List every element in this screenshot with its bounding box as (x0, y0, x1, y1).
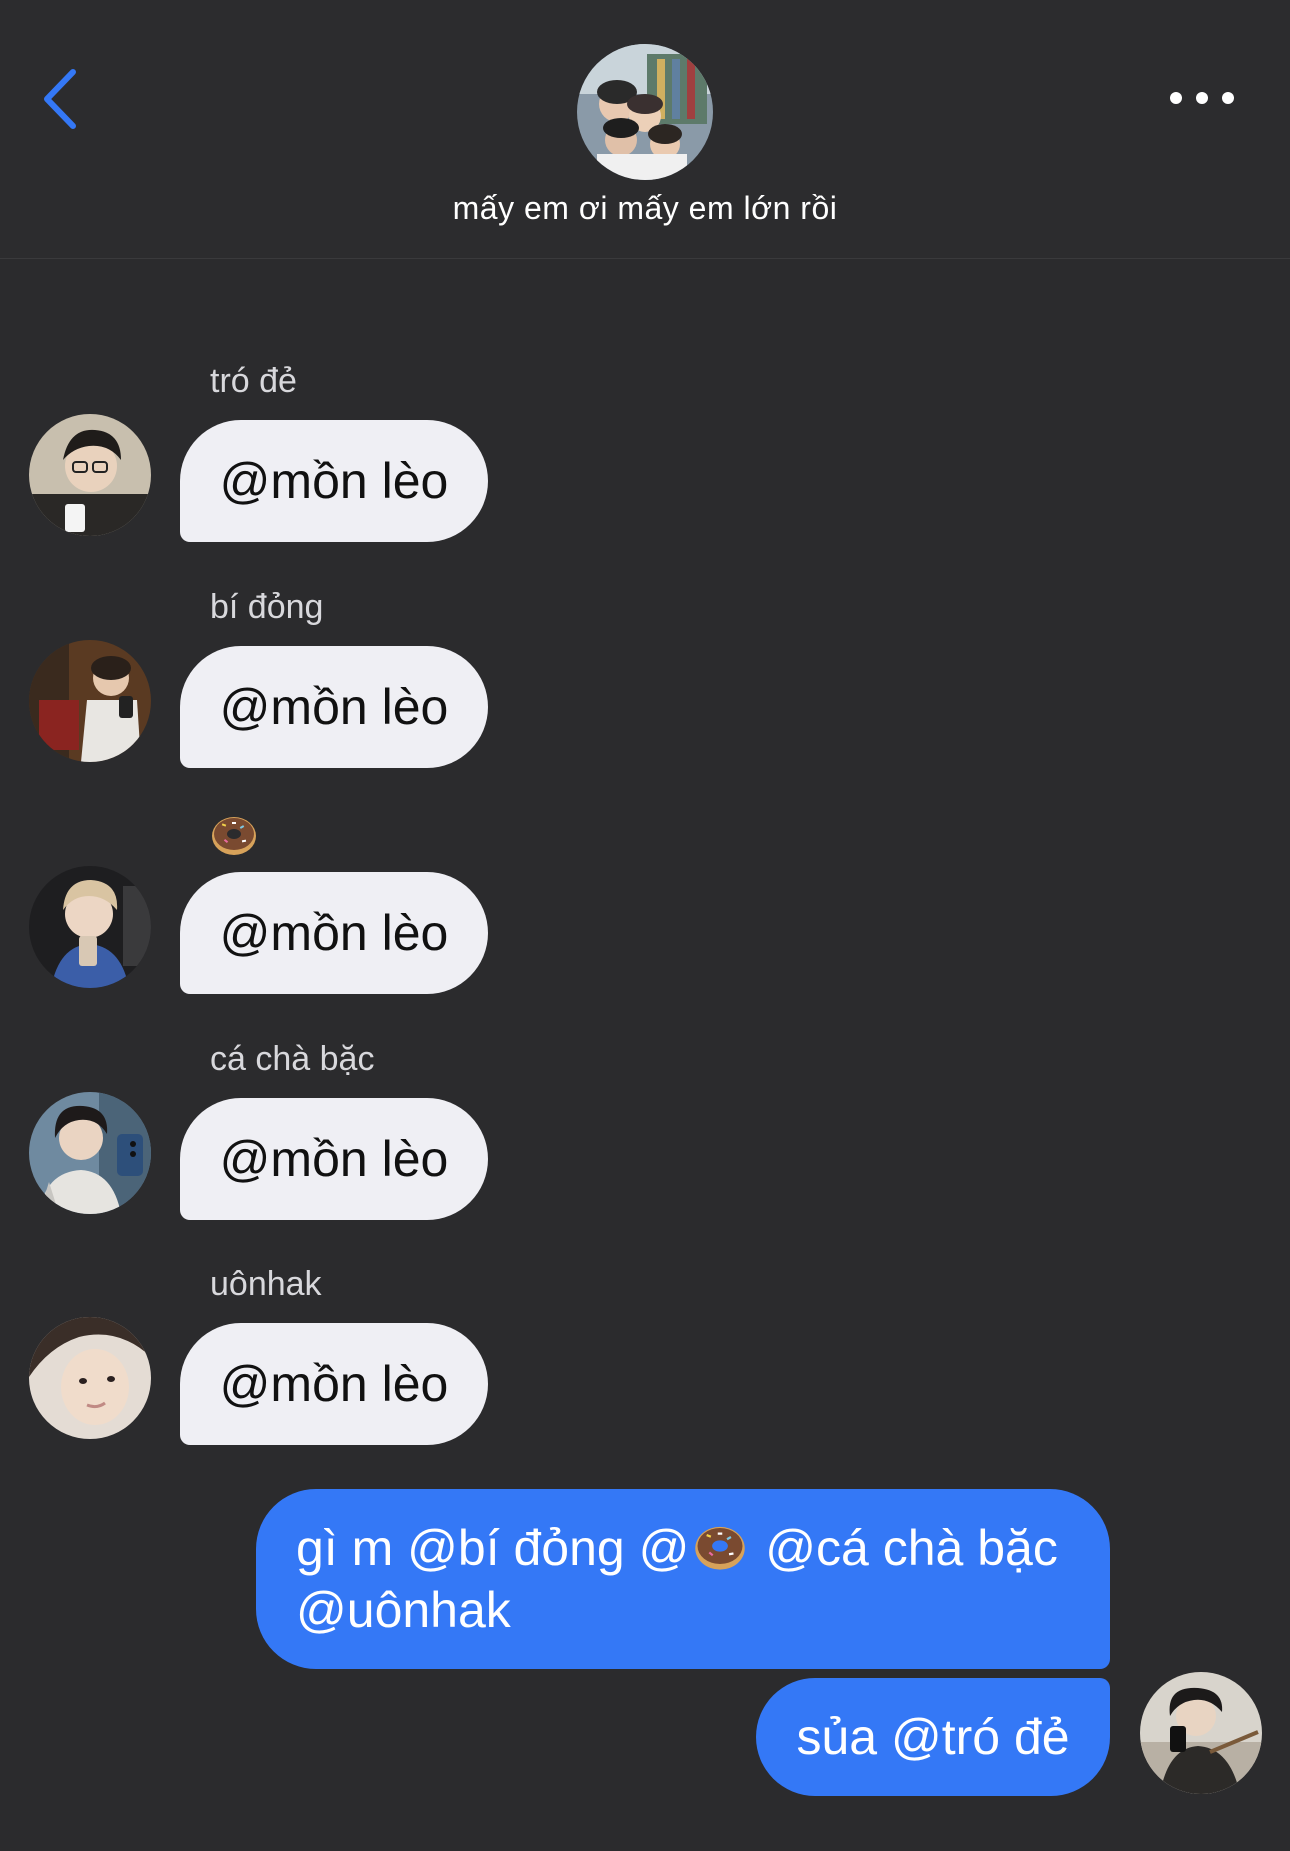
message-bubble[interactable]: @mồn lèo (180, 420, 488, 542)
outgoing-message-bubble[interactable]: gì m @bí đỏng @ @cá chà bặc @uônhak (256, 1489, 1110, 1669)
avatar[interactable] (29, 640, 151, 762)
sender-name: cá chà bặc (210, 1040, 375, 1078)
outgoing-message-bubble[interactable]: sủa @tró đẻ (756, 1678, 1110, 1796)
message-bubble[interactable]: @mồn lèo (180, 1098, 488, 1220)
donut-icon (212, 817, 256, 855)
group-title[interactable]: mấy em ơi mấy em lớn rồi (0, 190, 1290, 227)
sender-name: bí đỏng (210, 588, 324, 626)
back-button[interactable] (34, 64, 84, 134)
ellipsis-icon (1170, 92, 1182, 104)
chat-header: mấy em ơi mấy em lớn rồi (0, 0, 1290, 259)
group-avatar[interactable] (577, 44, 713, 180)
more-options-button[interactable] (1170, 80, 1234, 116)
chevron-left-icon (44, 69, 76, 129)
avatar[interactable] (29, 866, 151, 988)
avatar[interactable] (29, 1092, 151, 1214)
outgoing-message-line: gì m @bí đỏng @ @cá chà bặc (296, 1520, 1058, 1576)
my-avatar[interactable] (1140, 1672, 1262, 1794)
message-bubble[interactable]: @mồn lèo (180, 1323, 488, 1445)
avatar[interactable] (29, 1317, 151, 1439)
sender-name: tró đẻ (210, 362, 297, 400)
message-bubble[interactable]: @mồn lèo (180, 646, 488, 768)
outgoing-message-line: @uônhak (296, 1582, 511, 1638)
donut-icon (695, 1526, 746, 1570)
sender-name: uônhak (210, 1265, 322, 1303)
donut-emoji-sender-name (210, 810, 258, 858)
message-bubble[interactable]: @mồn lèo (180, 872, 488, 994)
avatar[interactable] (29, 414, 151, 536)
